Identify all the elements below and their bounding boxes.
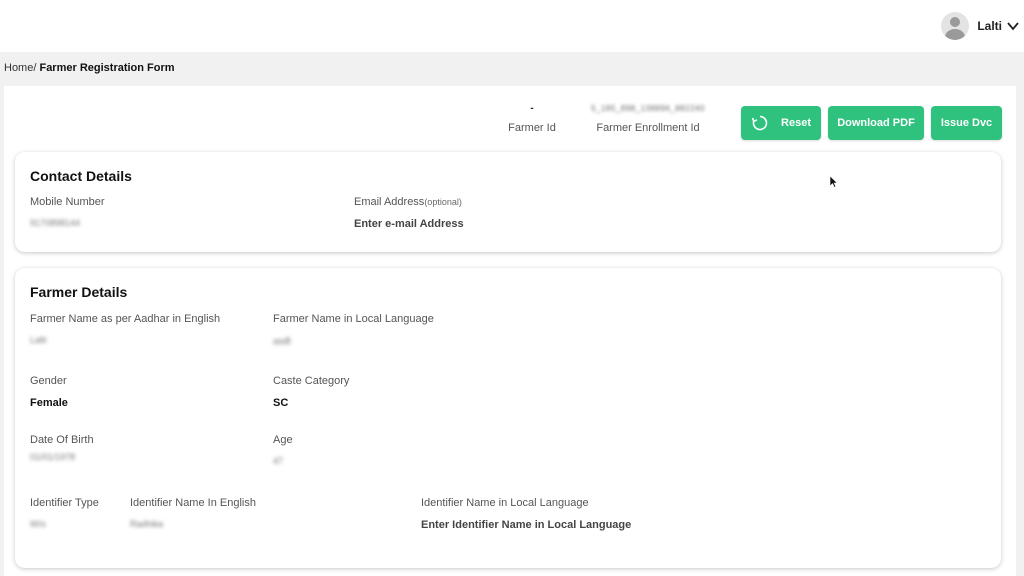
farmer-name-local-label: Farmer Name in Local Language xyxy=(273,313,434,325)
caste-category-label: Caste Category xyxy=(273,375,350,387)
enrollment-id-value: 5_185_898_138896_882240 xyxy=(591,104,705,113)
gender-value: Female xyxy=(30,397,68,409)
dob-label: Date Of Birth xyxy=(30,434,94,446)
form-panel: - Farmer Id 5_185_898_138896_882240 Farm… xyxy=(4,86,1016,576)
farmer-name-en-field: Farmer Name as per Aadhar in English Lal… xyxy=(30,313,220,345)
identifier-type-field: Identifier Type W/o xyxy=(30,497,99,529)
enrollment-id-block: 5_185_898_138896_882240 Farmer Enrollmen… xyxy=(588,102,708,134)
email-field[interactable]: Email Address(optional) Enter e-mail Add… xyxy=(354,196,464,230)
caste-category-value: SC xyxy=(273,397,289,409)
caste-category-field: Caste Category SC xyxy=(273,375,349,409)
identifier-type-label: Identifier Type xyxy=(30,497,99,509)
identifier-name-local-label: Identifier Name in Local Language xyxy=(421,497,589,509)
contact-details-title: Contact Details xyxy=(30,168,132,184)
mouse-pointer-icon xyxy=(830,176,838,188)
farmer-name-local-value: लल्ती xyxy=(273,337,291,347)
identifier-name-en-value: Radhika xyxy=(130,519,164,529)
reset-label: Reset xyxy=(781,117,811,129)
refresh-icon xyxy=(751,115,768,131)
farmer-id-value: - xyxy=(530,103,534,114)
breadcrumb-home[interactable]: Home/ xyxy=(4,62,36,74)
email-label: Email Address(optional) xyxy=(354,196,464,208)
contact-details-card: Contact Details Mobile Number 9170898144… xyxy=(15,152,1001,252)
farmer-id-label: Farmer Id xyxy=(508,122,556,134)
farmer-name-local-field: Farmer Name in Local Language लल्ती xyxy=(273,313,434,348)
identifier-name-en-field: Identifier Name In English Radhika xyxy=(130,497,256,529)
gender-label: Gender xyxy=(30,375,67,387)
identifier-name-en-label: Identifier Name In English xyxy=(130,497,256,509)
download-pdf-button[interactable]: Download PDF xyxy=(828,106,924,140)
mobile-number-value: 9170898144 xyxy=(30,218,81,228)
breadcrumb-current: Farmer Registration Form xyxy=(39,62,175,74)
age-value: 47 xyxy=(273,456,284,466)
farmer-name-en-value: Lalti xyxy=(30,335,47,345)
mobile-number-field: Mobile Number 9170898144 xyxy=(30,196,105,228)
breadcrumb: Home/ Farmer Registration Form xyxy=(4,62,175,74)
top-bar: Lalti xyxy=(0,0,1024,52)
email-input[interactable]: Enter e-mail Address xyxy=(354,218,464,230)
gender-field: Gender Female xyxy=(30,375,68,409)
user-name[interactable]: Lalti xyxy=(977,19,1002,33)
issue-dvc-button[interactable]: Issue Dvc xyxy=(931,106,1002,140)
user-menu[interactable]: Lalti xyxy=(941,10,1020,42)
farmer-details-card: Farmer Details Farmer Name as per Aadhar… xyxy=(15,268,1001,568)
age-field: Age 47 xyxy=(273,434,293,466)
identifier-type-value: W/o xyxy=(30,519,47,529)
dob-value: 01/01/1978 xyxy=(30,452,76,462)
reset-button[interactable]: Reset xyxy=(741,106,821,140)
farmer-name-en-label: Farmer Name as per Aadhar in English xyxy=(30,313,221,325)
user-avatar-icon[interactable] xyxy=(941,12,970,40)
dob-field: Date Of Birth 01/01/1978 xyxy=(30,434,94,462)
farmer-id-block: - Farmer Id xyxy=(504,102,560,134)
email-label-text: Email Address xyxy=(354,196,425,208)
age-label: Age xyxy=(273,434,293,446)
farmer-details-title: Farmer Details xyxy=(30,284,128,300)
identifier-name-local-input[interactable]: Enter Identifier Name in Local Language xyxy=(421,519,631,531)
email-optional-text: (optional) xyxy=(424,197,462,207)
identifier-name-local-field[interactable]: Identifier Name in Local Language Enter … xyxy=(421,497,631,531)
enrollment-id-label: Farmer Enrollment Id xyxy=(596,122,700,134)
chevron-down-icon[interactable] xyxy=(1006,19,1020,33)
mobile-number-label: Mobile Number xyxy=(30,196,105,208)
